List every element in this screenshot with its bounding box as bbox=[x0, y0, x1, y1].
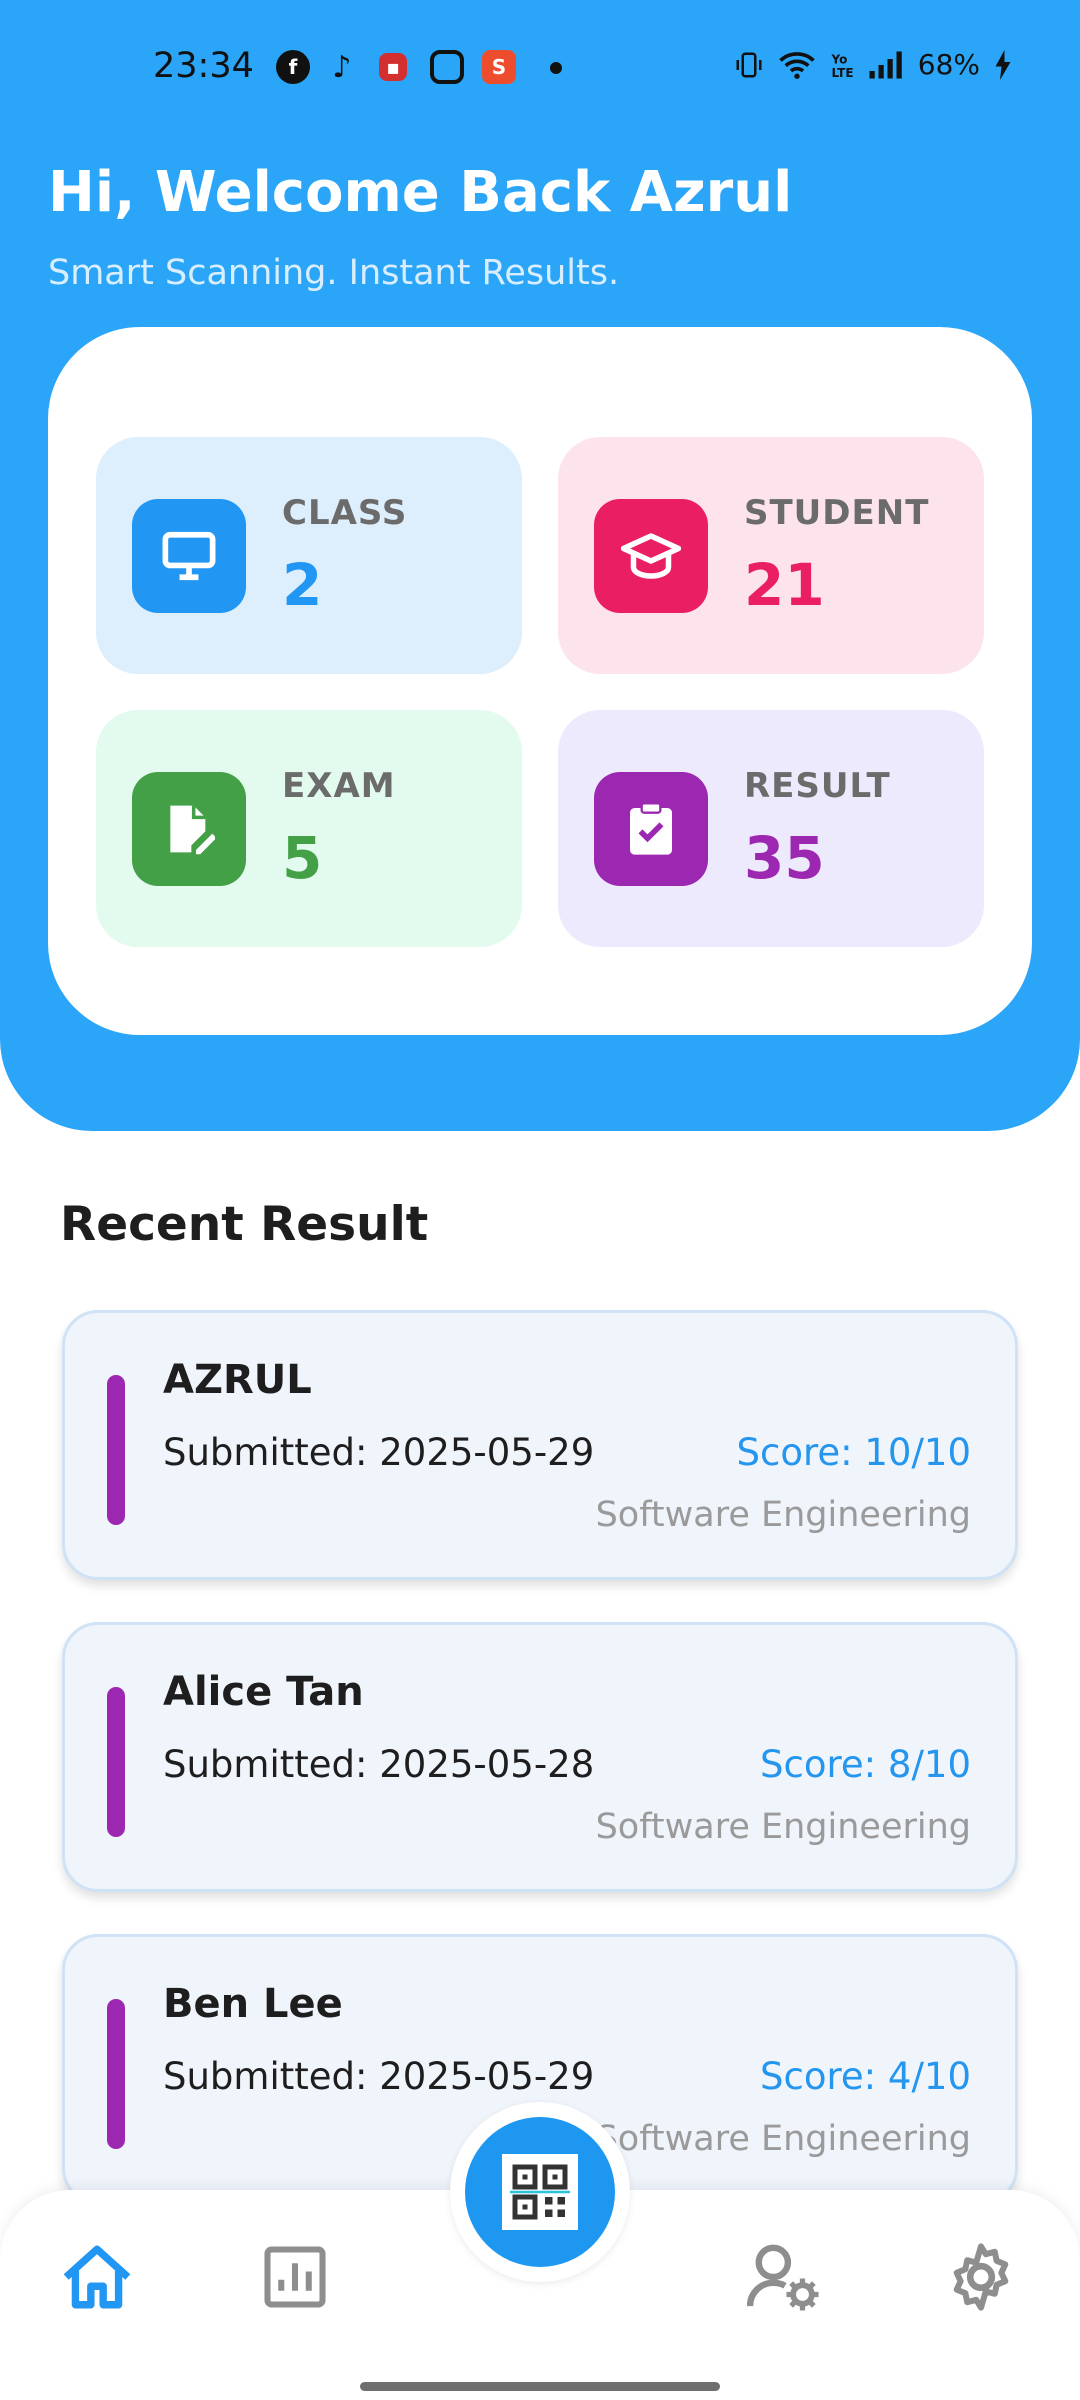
wifi-icon bbox=[779, 51, 815, 79]
signal-icon bbox=[869, 51, 902, 78]
facebook-icon: f bbox=[276, 50, 310, 84]
accent-bar bbox=[107, 1999, 125, 2149]
svg-text:LTE: LTE bbox=[831, 66, 853, 80]
gear-icon bbox=[953, 2243, 1009, 2311]
graduation-cap-icon bbox=[594, 499, 708, 613]
scan-fab-button[interactable] bbox=[465, 2117, 615, 2267]
nav-user-settings[interactable] bbox=[740, 2232, 830, 2322]
tagline: Smart Scanning. Instant Results. bbox=[48, 253, 620, 293]
result-card[interactable]: Alice Tan Submitted: 2025-05-28 Score: 8… bbox=[62, 1622, 1018, 1892]
stat-result[interactable]: RESULT 35 bbox=[558, 710, 984, 947]
stats-card: CLASS 2 STUDENT 21 EXAM 5 RESULT 35 bbox=[48, 327, 1032, 1035]
stat-label: STUDENT bbox=[744, 493, 930, 533]
status-bar: 23:34 f ♪ ▪ S Yo LTE 68% bbox=[0, 40, 1080, 100]
vibrate-icon bbox=[736, 52, 762, 77]
nav-reports[interactable] bbox=[250, 2232, 340, 2322]
battery-text: 68% bbox=[917, 48, 980, 81]
accent-bar bbox=[107, 1687, 125, 1837]
status-time: 23:34 bbox=[153, 46, 254, 86]
stat-label: RESULT bbox=[744, 766, 891, 806]
volte-icon: YoLTE bbox=[830, 52, 853, 80]
edit-document-icon bbox=[132, 772, 246, 886]
home-icon bbox=[63, 2245, 131, 2309]
more-notifications-dot-icon bbox=[550, 62, 562, 74]
instagram-icon bbox=[430, 50, 464, 84]
student-name: Alice Tan bbox=[163, 1669, 364, 1715]
student-name: Ben Lee bbox=[163, 1981, 343, 2027]
stat-class[interactable]: CLASS 2 bbox=[96, 437, 522, 674]
submitted-date: Submitted: 2025-05-29 bbox=[163, 1431, 595, 1474]
monitor-icon bbox=[132, 499, 246, 613]
stat-value: 35 bbox=[744, 824, 825, 892]
submitted-date: Submitted: 2025-05-29 bbox=[163, 2055, 595, 2098]
course-name: Software Engineering bbox=[595, 1807, 971, 1847]
score-text: Score: 10/10 bbox=[736, 1431, 971, 1474]
student-name: AZRUL bbox=[163, 1357, 312, 1403]
scan-fab-ring bbox=[450, 2102, 630, 2282]
app-notification-icon: ▪ bbox=[379, 53, 407, 81]
score-text: Score: 8/10 bbox=[760, 1743, 971, 1786]
charging-icon bbox=[995, 49, 1011, 80]
greeting-title: Hi, Welcome Back Azrul bbox=[48, 160, 793, 225]
course-name: Software Engineering bbox=[595, 1495, 971, 1535]
report-chart-icon bbox=[264, 2246, 326, 2308]
svg-text:Yo: Yo bbox=[830, 52, 847, 66]
clipboard-check-icon bbox=[594, 772, 708, 886]
recent-result-title: Recent Result bbox=[60, 1197, 429, 1252]
user-settings-icon bbox=[747, 2244, 819, 2311]
stat-value: 2 bbox=[282, 551, 323, 619]
result-card[interactable]: AZRUL Submitted: 2025-05-29 Score: 10/10… bbox=[62, 1310, 1018, 1580]
accent-bar bbox=[107, 1375, 125, 1525]
submitted-date: Submitted: 2025-05-28 bbox=[163, 1743, 595, 1786]
stat-label: CLASS bbox=[282, 493, 408, 533]
nav-home[interactable] bbox=[52, 2232, 142, 2322]
nav-settings[interactable] bbox=[936, 2232, 1026, 2322]
app-screen: 23:34 f ♪ ▪ S Yo LTE 68% Hi, Welcome Back… bbox=[0, 0, 1080, 2400]
tiktok-icon: ♪ bbox=[332, 49, 352, 85]
header-panel: 23:34 f ♪ ▪ S Yo LTE 68% Hi, Welcome Back… bbox=[0, 0, 1080, 1131]
shopee-icon: S bbox=[482, 50, 516, 84]
course-name: Software Engineering bbox=[595, 2119, 971, 2159]
stat-label: EXAM bbox=[282, 766, 396, 806]
home-indicator bbox=[360, 2382, 720, 2391]
qr-scan-icon bbox=[502, 2154, 578, 2230]
stat-value: 21 bbox=[744, 551, 825, 619]
stat-value: 5 bbox=[282, 824, 323, 892]
stat-exam[interactable]: EXAM 5 bbox=[96, 710, 522, 947]
score-text: Score: 4/10 bbox=[760, 2055, 971, 2098]
status-right-group: Yo LTE 68% bbox=[734, 48, 1012, 81]
stat-student[interactable]: STUDENT 21 bbox=[558, 437, 984, 674]
